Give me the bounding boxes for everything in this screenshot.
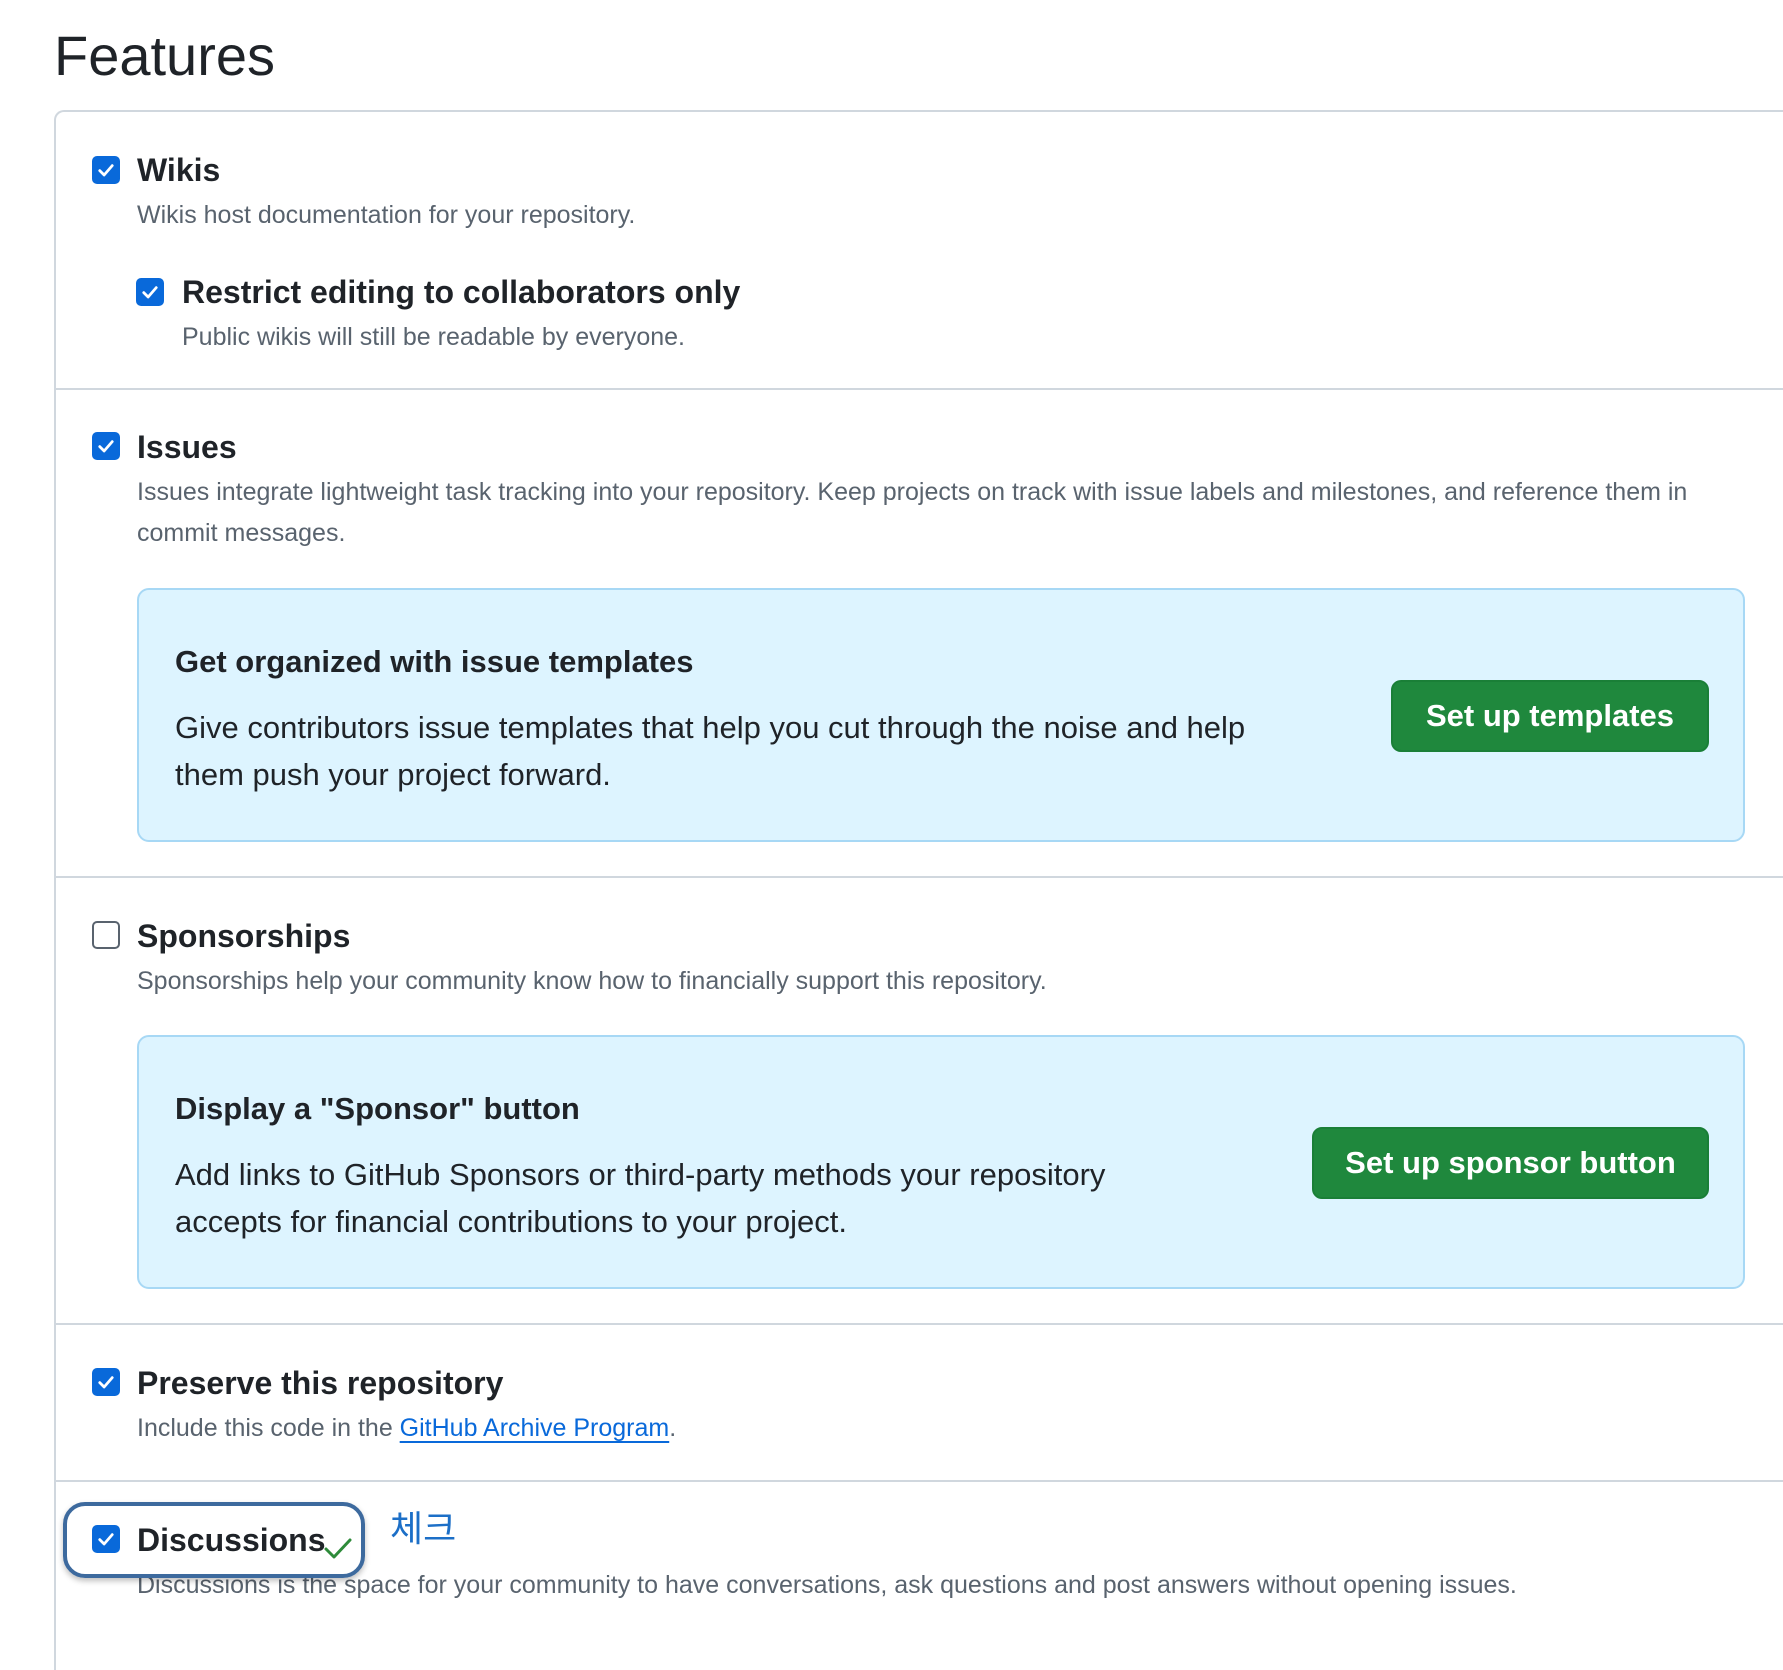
wikis-description: Wikis host documentation for your reposi… — [137, 201, 636, 229]
set-up-templates-button[interactable]: Set up templates — [1391, 680, 1709, 752]
github-archive-program-link[interactable]: GitHub Archive Program — [400, 1414, 670, 1442]
page-title: Features — [54, 24, 275, 87]
preserve-checkbox[interactable] — [92, 1368, 120, 1396]
checkmark-icon — [98, 440, 114, 453]
check-icon — [324, 1538, 352, 1559]
sponsor-button-text: Add links to GitHub Sponsors or third-pa… — [175, 1157, 1106, 1239]
checkmark-icon — [98, 164, 114, 177]
annotation-highlight-ring — [63, 1502, 365, 1578]
sponsorships-description: Sponsorships help your community know ho… — [137, 967, 1047, 995]
issue-templates-text: Give contributors issue templates that h… — [175, 710, 1246, 792]
restrict-editing-checkbox[interactable] — [136, 278, 164, 306]
sponsorships-label[interactable]: Sponsorships — [137, 916, 350, 956]
issues-label[interactable]: Issues — [137, 427, 237, 467]
preserve-label[interactable]: Preserve this repository — [137, 1363, 503, 1403]
sponsor-button-title: Display a "Sponsor" button — [175, 1091, 580, 1126]
preserve-description-suffix: . — [669, 1414, 677, 1442]
section-divider — [54, 1480, 1783, 1482]
checkmark-icon — [142, 286, 158, 299]
section-divider — [54, 388, 1783, 390]
issue-templates-callout: Get organized with issue templates Give … — [137, 588, 1745, 842]
restrict-editing-description: Public wikis will still be readable by e… — [182, 323, 686, 351]
preserve-description-prefix: Include this code in the — [137, 1414, 400, 1442]
sponsor-button-callout: Display a "Sponsor" button Add links to … — [137, 1035, 1745, 1289]
issues-checkbox[interactable] — [92, 432, 120, 460]
checkmark-icon — [98, 1376, 114, 1389]
section-divider — [54, 1323, 1783, 1325]
issues-description: Issues integrate lightweight task tracki… — [137, 478, 1688, 547]
wikis-checkbox[interactable] — [92, 156, 120, 184]
issue-templates-title: Get organized with issue templates — [175, 644, 694, 679]
set-up-sponsor-button[interactable]: Set up sponsor button — [1312, 1127, 1709, 1199]
sponsorships-checkbox[interactable] — [92, 921, 120, 949]
section-divider — [54, 876, 1783, 878]
restrict-editing-label[interactable]: Restrict editing to collaborators only — [182, 272, 740, 312]
wikis-label[interactable]: Wikis — [137, 150, 220, 190]
preserve-description: Include this code in the GitHub Archive … — [137, 1408, 676, 1449]
annotation-text: 체크 — [390, 1509, 457, 1550]
